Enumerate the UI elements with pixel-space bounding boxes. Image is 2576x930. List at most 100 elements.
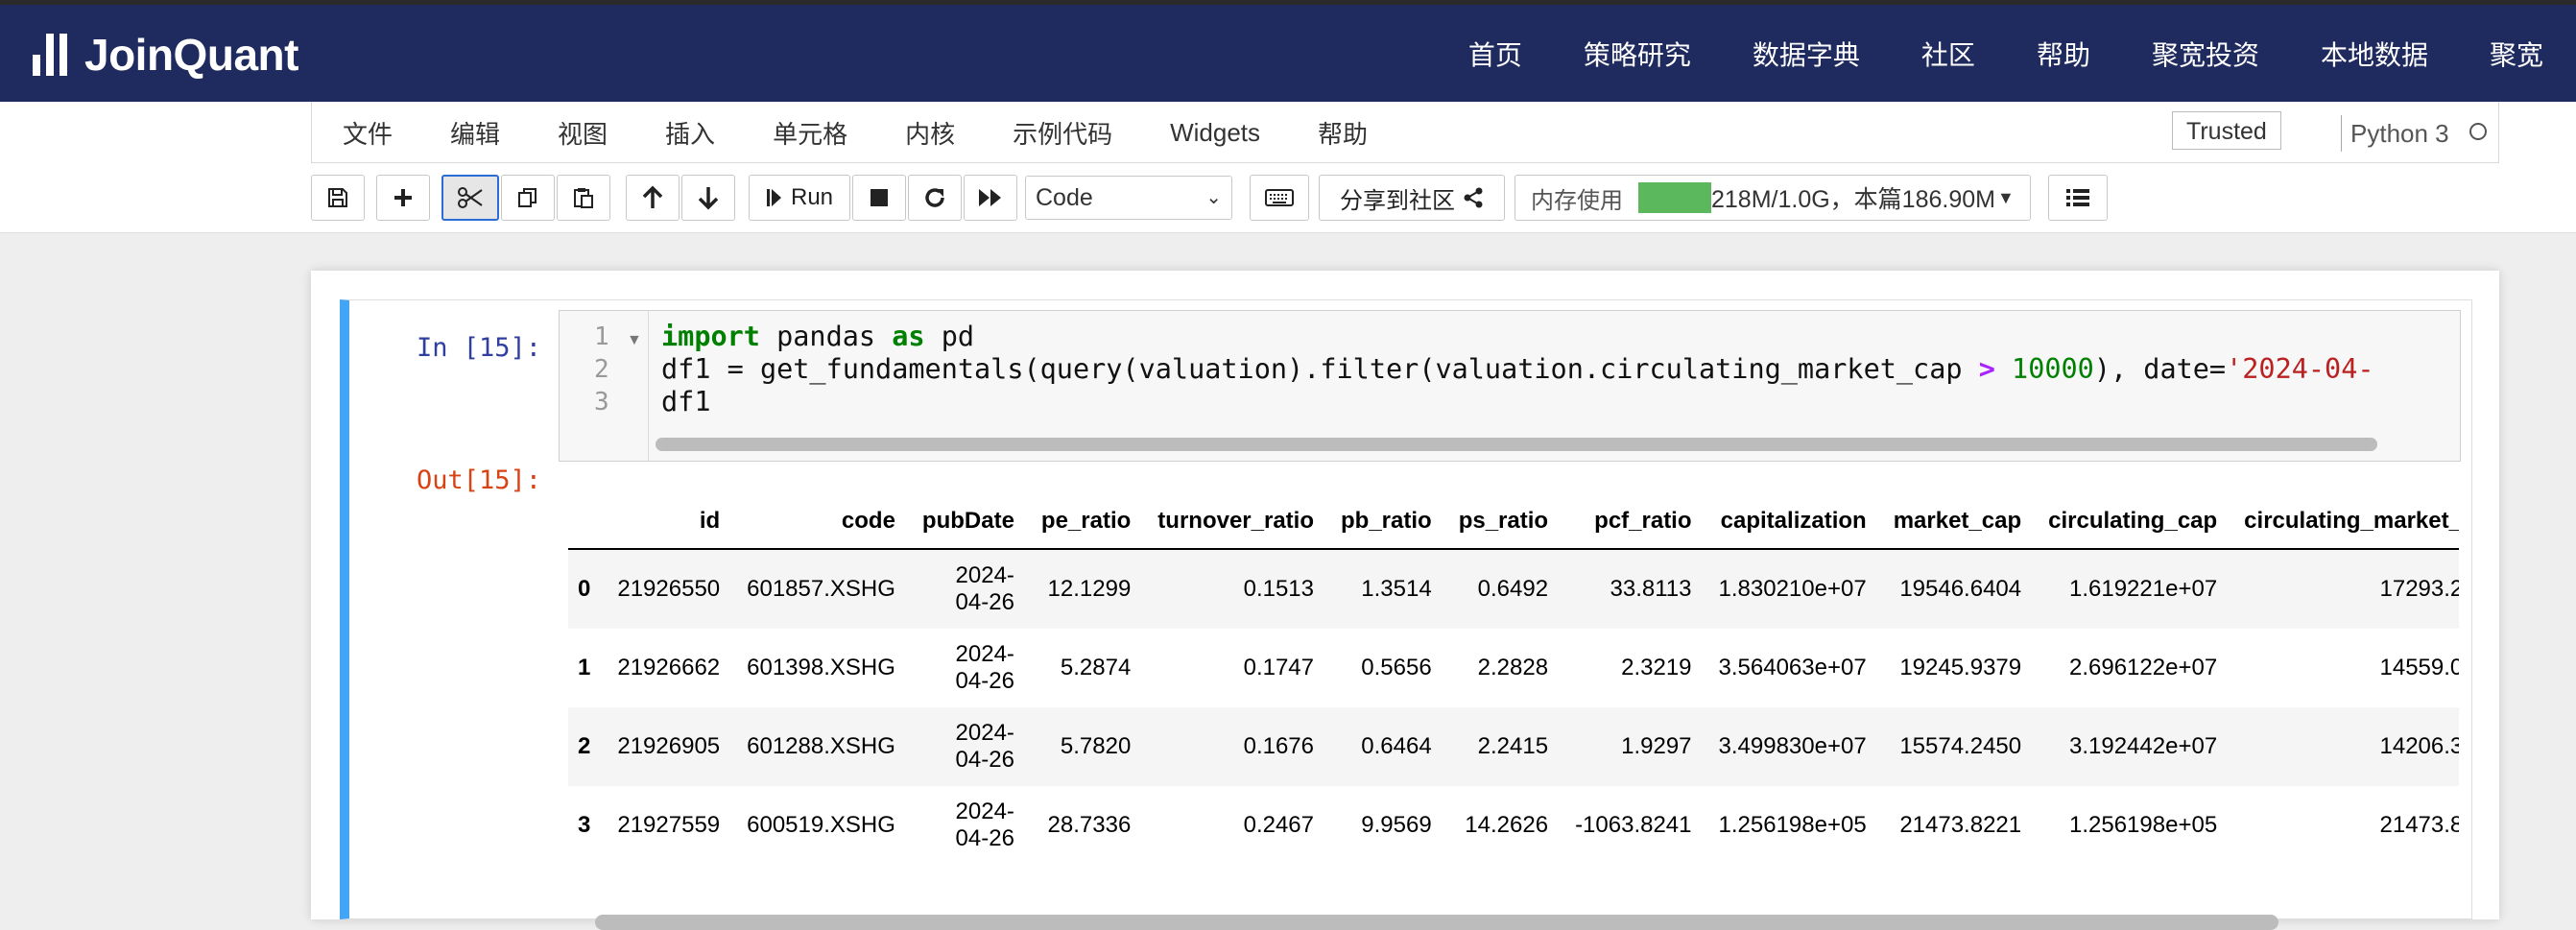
add-cell-button[interactable] [376,175,430,221]
brand-name: JoinQuant [84,30,298,80]
step-forward-icon [766,189,781,206]
table-header-row: id code pubDate pe_ratio turnover_ratio pb_ra… [568,473,2459,549]
menu-sample-code[interactable]: 示例代码 [1013,115,1112,151]
code-number: 10000 [2012,353,2094,385]
nav-community[interactable]: 社区 [1921,35,1975,73]
table-cell: 2024- 04-26 [955,799,1014,851]
menu-file[interactable]: 文件 [343,115,393,151]
cell-type-value: Code [1036,184,1093,211]
column-header: market_cap [1893,508,2022,534]
column-header: pcf_ratio [1594,508,1692,534]
table-cell: 21926550 [617,576,721,602]
code-keyword: import [661,321,760,352]
table-cell: 1.256198e+05 [2069,812,2218,838]
code-text: ), date= [2093,353,2227,385]
move-up-button[interactable] [626,175,680,221]
save-button[interactable] [311,175,365,221]
table-cell: 21473.8221 [1899,812,2022,838]
nav-joinquant-invest[interactable]: 聚宽投资 [2152,35,2259,73]
dataframe-table: id code pubDate pe_ratio turnover_ratio pb_ra… [568,473,2459,865]
nav-strategy-research[interactable]: 策略研究 [1584,35,1691,73]
line-number-gutter: 1 2 3 ▼ [560,311,649,461]
memory-label: 内存使用 [1531,187,1623,214]
column-header: circulating_market_cap [2244,508,2459,534]
table-cell: 14.2626 [1465,812,1549,838]
nav-help[interactable]: 帮助 [2037,35,2090,73]
table-cell: 2024- 04-26 [955,641,1014,694]
input-prompt: In [15]: [417,333,542,363]
menu-kernel[interactable]: 内核 [905,115,955,151]
menu-cell[interactable]: 单元格 [773,115,847,151]
toc-button[interactable] [2048,175,2108,221]
cell-type-select[interactable]: Code ⌄ [1025,176,1232,220]
menu-view[interactable]: 视图 [558,115,608,151]
menu-insert[interactable]: 插入 [665,115,715,151]
interrupt-kernel-button[interactable] [852,175,906,221]
fold-arrow-icon[interactable]: ▼ [627,332,642,349]
table-cell: 1.3514 [1361,576,1432,602]
restart-kernel-button[interactable] [908,175,962,221]
code-operator: > [1978,353,1995,385]
run-button[interactable]: Run [749,175,850,221]
restart-icon [925,188,944,207]
column-header: capitalization [1720,508,1867,534]
table-cell: 601288.XSHG [747,733,895,759]
line-number: 3 [594,388,609,417]
nav-local-data[interactable]: 本地数据 [2321,35,2428,73]
row-index: 0 [578,576,591,602]
table-cell: 1.256198e+05 [1718,812,1867,838]
stop-icon [871,189,888,206]
table-cell: 600519.XSHG [747,812,895,838]
trusted-indicator[interactable]: Trusted [2172,111,2281,150]
nav-joinquant-more[interactable]: 聚宽 [2490,35,2543,73]
menu-widgets[interactable]: Widgets [1170,118,1260,148]
menu-edit[interactable]: 编辑 [450,115,500,151]
table-cell: 28.7336 [1047,812,1132,838]
output-area: id code pubDate pe_ratio turnover_ratio pb_ra… [568,473,2459,895]
table-cell: 21926662 [617,655,721,680]
column-header: circulating_cap [2048,508,2218,534]
copy-cell-button[interactable] [501,175,555,221]
code-cell[interactable]: In [15]: 1 2 3 ▼ import pandas as pd df1… [340,299,2472,930]
column-header: turnover_ratio [1157,508,1314,534]
command-palette-button[interactable] [1250,175,1309,221]
kernel-divider [2341,115,2342,152]
table-cell: 0.2467 [1243,812,1314,838]
plus-icon [394,189,412,206]
column-header [568,473,604,549]
table-cell: 17293.2779 [2379,576,2460,602]
kernel-name[interactable]: Python 3 [2350,115,2449,152]
scissors-icon [458,187,483,208]
paste-cell-button[interactable] [557,175,610,221]
table-cell: 2.3219 [1621,655,1692,680]
caret-down-icon: ▼ [1997,187,2015,207]
share-to-community-button[interactable]: 分享到社区 [1319,175,1505,221]
line-number: 1 [594,322,609,351]
menu-help[interactable]: 帮助 [1318,115,1368,151]
table-cell: 21473.8221 [2379,812,2460,838]
kernel-idle-icon [2469,123,2487,140]
code-editor[interactable]: 1 2 3 ▼ import pandas as pd df1 = get_fu… [559,310,2461,462]
code-line-3: df1 [661,386,711,417]
copy-icon [518,188,537,207]
table-cell: 21926905 [617,733,721,759]
table-cell: 2.696122e+07 [2069,655,2218,680]
joinquant-logo[interactable]: JoinQuant [33,28,298,82]
output-horizontal-scrollbar[interactable] [595,915,2278,930]
cut-cell-button[interactable] [441,175,499,221]
table-cell: 2.2828 [1477,655,1549,680]
table-cell: 19245.9379 [1899,655,2022,680]
memory-usage-dropdown[interactable]: 内存使用 218M/1.0G，本篇186.90M ▼ [1515,175,2031,221]
editor-horizontal-scrollbar[interactable] [656,438,2377,451]
memory-usage-bar [1638,182,1711,213]
nav-home[interactable]: 首页 [1468,35,1522,73]
table-cell: 21927559 [617,812,721,838]
code-text: df1 = get_fundamentals(query(valuation).… [661,353,1979,385]
fast-forward-icon [979,189,1001,206]
restart-run-all-button[interactable] [964,175,1017,221]
move-down-button[interactable] [681,175,735,221]
code-text: pd [924,321,975,352]
nav-data-dictionary[interactable]: 数据字典 [1753,35,1860,73]
column-header: code [841,508,895,534]
